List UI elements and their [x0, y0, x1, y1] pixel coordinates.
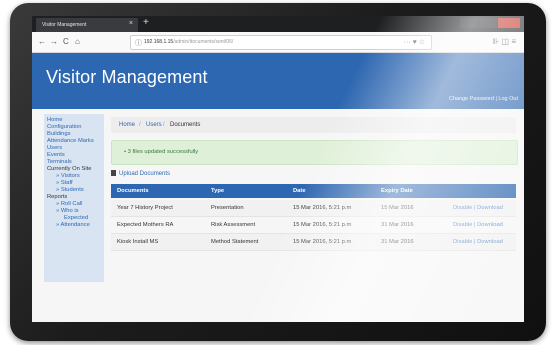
disable-link[interactable]: Disable — [453, 239, 472, 245]
disable-link[interactable]: Disable — [453, 222, 472, 228]
sidebar-item-students[interactable]: » Students — [56, 187, 84, 193]
minimize-button[interactable] — [460, 18, 478, 28]
browser-tab[interactable]: Visitor Management × — [36, 18, 138, 32]
app-title: Visitor Management — [46, 67, 208, 87]
cell-date: 15 Mar 2016, 5:21 p.m — [293, 205, 352, 211]
cell-expiry: 31 Mar 2016 — [381, 239, 414, 245]
sidebar: Home Configuration Buildings Attendance … — [44, 114, 104, 282]
sidebar-item-attendance-marks[interactable]: Attendance Marks — [47, 138, 94, 144]
info-icon[interactable]: ⓘ — [135, 38, 142, 48]
sidebar-item-roll-call[interactable]: » Roll Call — [56, 201, 82, 207]
sidebar-item-users[interactable]: Users — [47, 145, 62, 151]
header-expiry-date[interactable]: Expiry Date — [381, 188, 413, 194]
cell-expiry: 31 Mar 2016 — [381, 222, 414, 228]
header-link-separator: | — [495, 96, 497, 102]
forward-icon[interactable]: → — [50, 37, 58, 46]
cell-document: Kiosk Install MS — [117, 239, 159, 245]
cell-type: Method Statement — [211, 239, 259, 245]
table-header: Documents Type Date Expiry Date — [111, 184, 516, 198]
cell-type: Presentation — [211, 205, 244, 211]
download-link[interactable]: Download — [477, 205, 503, 211]
table-row: Expected Mothers RA Risk Assessment 15 M… — [111, 217, 516, 234]
address-bar[interactable]: ⓘ 192.168.1.15/admin/documents/sent/06/ … — [130, 35, 432, 50]
cell-expiry: 15 Mar 2016 — [381, 205, 414, 211]
action-separator: | — [473, 222, 476, 228]
row-actions: Disable | Download — [453, 222, 503, 228]
breadcrumb-current: Documents — [170, 122, 201, 128]
cell-date: 15 Mar 2016, 5:21 p.m — [293, 222, 352, 228]
browser-screen: Visitor Management × + ← → C ⌂ ⓘ 192.168… — [32, 16, 524, 322]
header-date[interactable]: Date — [293, 188, 306, 194]
reload-icon[interactable]: C — [63, 37, 69, 46]
logout-link[interactable]: Log Out — [498, 96, 518, 102]
tab-title: Visitor Management — [42, 22, 87, 28]
breadcrumb-users[interactable]: Users — [146, 122, 162, 128]
maximize-button[interactable] — [479, 18, 497, 28]
app-header: Visitor Management Change Password | Log… — [32, 53, 524, 109]
sidebar-heading-reports: Reports — [47, 194, 68, 200]
sidebar-item-staff[interactable]: » Staff — [56, 180, 73, 186]
action-separator: | — [473, 205, 476, 211]
close-tab-icon[interactable]: × — [129, 20, 133, 27]
breadcrumb-home[interactable]: Home — [119, 122, 135, 128]
breadcrumb-separator: / — [163, 122, 165, 128]
cell-document: Expected Mothers RA — [117, 222, 174, 228]
back-icon[interactable]: ← — [38, 37, 46, 46]
upload-label: Upload Documents — [119, 171, 171, 177]
sidebar-item-home[interactable]: Home — [47, 117, 62, 123]
header-links: Change Password | Log Out — [449, 96, 518, 102]
cell-document: Year 7 History Project — [117, 205, 173, 211]
sidebar-item-terminals[interactable]: Terminals — [47, 159, 72, 165]
sidebar-item-events[interactable]: Events — [47, 152, 65, 158]
toolbar-menu-icon[interactable]: ⊪ ◫ ≡ — [492, 37, 516, 46]
row-actions: Disable | Download — [453, 205, 503, 211]
browser-toolbar: ← → C ⌂ ⓘ 192.168.1.15/admin/documents/s… — [32, 32, 524, 53]
action-separator: | — [473, 239, 476, 245]
browser-tab-bar: Visitor Management × + — [32, 16, 524, 32]
alert-message: • 3 files updated successfully — [124, 149, 199, 155]
breadcrumb-separator: / — [139, 122, 141, 128]
table-row: Year 7 History Project Presentation 15 M… — [111, 200, 516, 217]
cell-type: Risk Assessment — [211, 222, 256, 228]
window-controls — [460, 18, 520, 28]
new-tab-icon[interactable]: + — [143, 17, 149, 28]
sidebar-item-buildings[interactable]: Buildings — [47, 131, 71, 137]
download-link[interactable]: Download — [477, 239, 503, 245]
url-host: 192.168.1.15 — [144, 39, 174, 45]
cell-date: 15 Mar 2016, 5:21 p.m — [293, 239, 352, 245]
sidebar-item-who-is-expected[interactable]: » Who is — [56, 208, 79, 214]
upload-icon — [111, 170, 116, 176]
row-actions: Disable | Download — [453, 239, 503, 245]
home-icon[interactable]: ⌂ — [75, 37, 80, 46]
sidebar-item-attendance[interactable]: » Attendance — [56, 222, 90, 228]
header-documents[interactable]: Documents — [117, 188, 149, 194]
url-path: /admin/documents/sent/06/ — [173, 39, 234, 45]
sidebar-heading-currently-on-site: Currently On Site — [47, 166, 92, 172]
sidebar-item-who-is-expected-cont[interactable]: Expected — [64, 215, 88, 221]
sidebar-item-visitors[interactable]: » Visitors — [56, 173, 80, 179]
breadcrumb: Home / Users / Documents — [111, 117, 516, 133]
header-type[interactable]: Type — [211, 188, 224, 194]
sidebar-item-configuration[interactable]: Configuration — [47, 124, 81, 130]
download-link[interactable]: Download — [477, 222, 503, 228]
upload-documents-link[interactable]: Upload Documents — [111, 170, 170, 177]
change-password-link[interactable]: Change Password — [449, 96, 494, 102]
url-text: 192.168.1.15/admin/documents/sent/06/ — [144, 39, 233, 45]
close-window-button[interactable] — [498, 18, 520, 28]
disable-link[interactable]: Disable — [453, 205, 472, 211]
tablet-frame: Visitor Management × + ← → C ⌂ ⓘ 192.168… — [10, 3, 546, 341]
page-actions-icon[interactable]: ··· ♥ ☆ — [404, 38, 425, 46]
table-row: Kiosk Install MS Method Statement 15 Mar… — [111, 234, 516, 251]
success-alert: • 3 files updated successfully — [111, 140, 518, 165]
